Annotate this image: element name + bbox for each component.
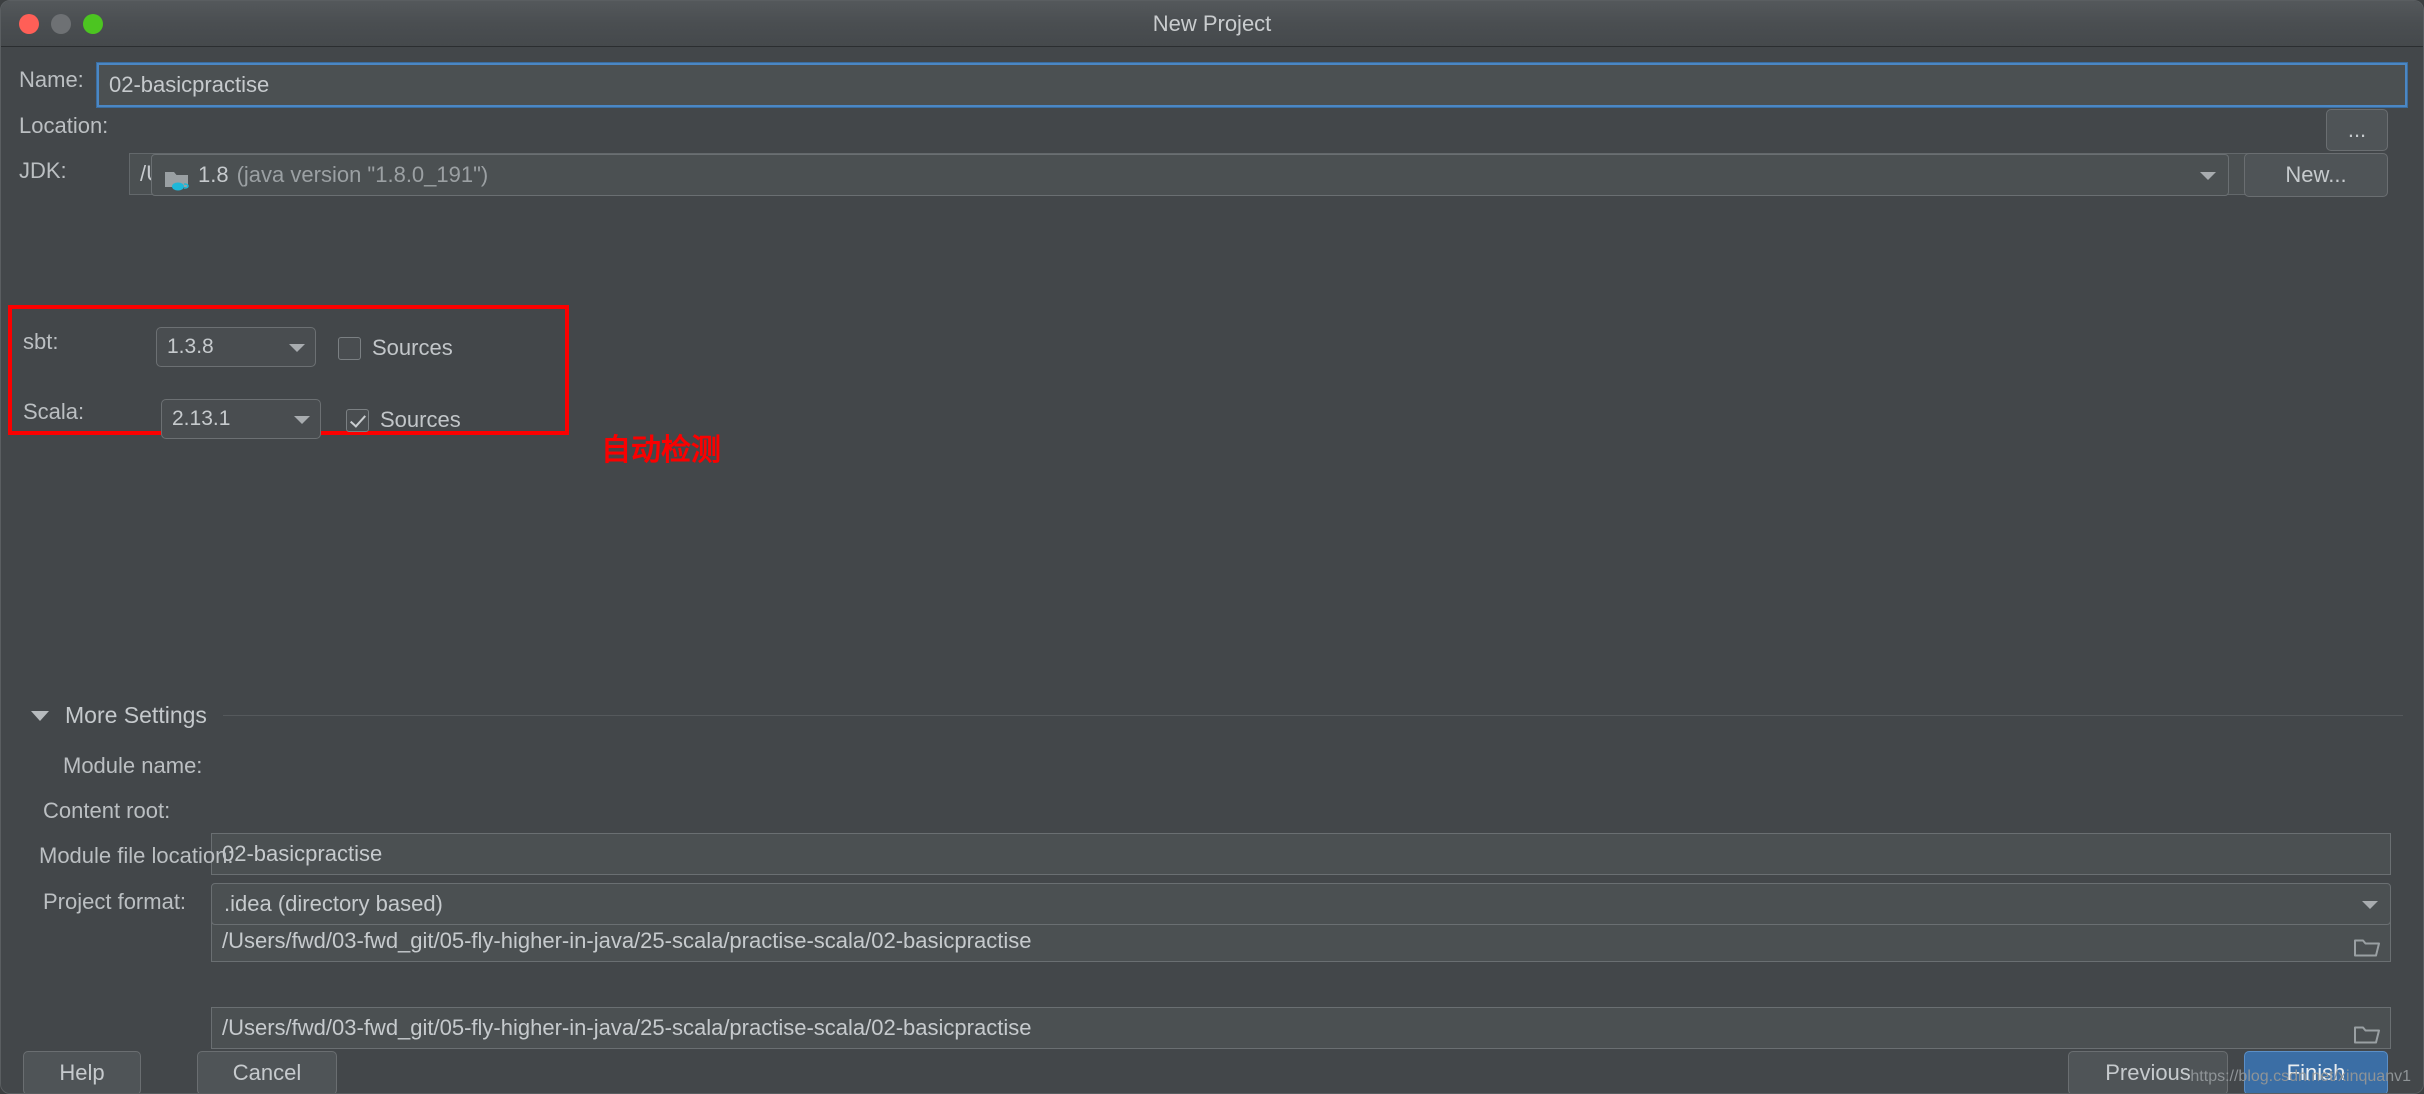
- project-name-input[interactable]: 02-basicpractise: [96, 62, 2408, 108]
- scala-label: Scala:: [23, 399, 85, 424]
- module-name-input[interactable]: 02-basicpractise: [211, 833, 2391, 875]
- window-title: New Project: [1152, 11, 1272, 36]
- location-browse-button[interactable]: ...: [2326, 109, 2388, 151]
- folder-icon[interactable]: [2354, 1018, 2380, 1044]
- content-root-label: Content root:: [43, 798, 171, 823]
- chevron-down-icon[interactable]: [31, 710, 49, 721]
- project-format-value: .idea (directory based): [224, 891, 443, 916]
- location-row: Location:: [19, 113, 119, 139]
- chevron-down-icon[interactable]: [289, 344, 305, 352]
- sbt-sources-checkbox[interactable]: Sources: [338, 335, 453, 361]
- jdk-folder-icon: [164, 164, 190, 191]
- more-settings-title: More Settings: [65, 702, 207, 728]
- chevron-down-icon[interactable]: [2200, 172, 2216, 180]
- sbt-version-select[interactable]: 1.3.8: [156, 327, 316, 367]
- module-file-location-value: /Users/fwd/03-fwd_git/05-fly-higher-in-j…: [222, 1015, 1032, 1040]
- checkbox-box[interactable]: [346, 408, 369, 432]
- dialog-content: Name: 02-basicpractise Location: /Users/…: [1, 47, 2423, 1093]
- cancel-button[interactable]: Cancel: [197, 1051, 337, 1093]
- jdk-label: JDK:: [19, 158, 67, 183]
- project-format-row: Project format:: [43, 889, 186, 915]
- project-format-label: Project format:: [43, 889, 187, 914]
- chevron-down-icon[interactable]: [294, 416, 310, 424]
- checkbox-box[interactable]: [338, 336, 361, 360]
- content-root-row: Content root:: [43, 798, 170, 824]
- location-label: Location:: [19, 113, 109, 138]
- content-root-input[interactable]: /Users/fwd/03-fwd_git/05-fly-higher-in-j…: [211, 920, 2391, 962]
- scala-sources-label: Sources: [380, 407, 461, 432]
- module-name-label: Module name:: [63, 753, 203, 778]
- jdk-row: JDK:: [19, 158, 99, 184]
- sbt-sources-label: Sources: [372, 335, 453, 360]
- jdk-version: 1.8: [198, 162, 229, 187]
- name-label: Name:: [19, 67, 84, 92]
- module-file-location-row: Module file location:: [39, 843, 233, 869]
- sbt-version-value: 1.3.8: [167, 335, 214, 358]
- new-project-dialog: New Project Name: 02-basicpractise Locat…: [0, 0, 2424, 1094]
- module-name-row: Module name:: [63, 753, 202, 779]
- module-file-location-input[interactable]: /Users/fwd/03-fwd_git/05-fly-higher-in-j…: [211, 1007, 2391, 1049]
- jdk-new-button[interactable]: New...: [2244, 153, 2388, 197]
- scala-row: Scala:: [23, 399, 153, 425]
- module-file-location-label: Module file location:: [39, 843, 234, 868]
- help-button[interactable]: Help: [23, 1051, 141, 1093]
- annotation-label: 自动检测: [601, 434, 721, 467]
- jdk-select[interactable]: 1.8 (java version "1.8.0_191"): [151, 154, 2229, 196]
- name-row: Name:: [19, 67, 97, 93]
- section-divider: [222, 715, 2403, 716]
- more-settings-header[interactable]: More Settings: [31, 702, 2403, 729]
- scala-version-value: 2.13.1: [172, 407, 231, 430]
- scala-sources-checkbox[interactable]: Sources: [346, 407, 461, 433]
- project-format-select[interactable]: .idea (directory based): [211, 883, 2391, 925]
- jdk-version-detail: (java version "1.8.0_191"): [236, 162, 489, 187]
- window-titlebar: New Project: [1, 1, 2423, 47]
- sbt-label: sbt:: [23, 329, 59, 354]
- watermark-text: https://blog.csdn.net/xinquanv1: [2190, 1068, 2411, 1085]
- chevron-down-icon[interactable]: [2362, 901, 2378, 909]
- folder-icon[interactable]: [2354, 931, 2380, 957]
- sbt-row: sbt:: [23, 329, 153, 355]
- content-root-value: /Users/fwd/03-fwd_git/05-fly-higher-in-j…: [222, 928, 1032, 953]
- scala-version-select[interactable]: 2.13.1: [161, 399, 321, 439]
